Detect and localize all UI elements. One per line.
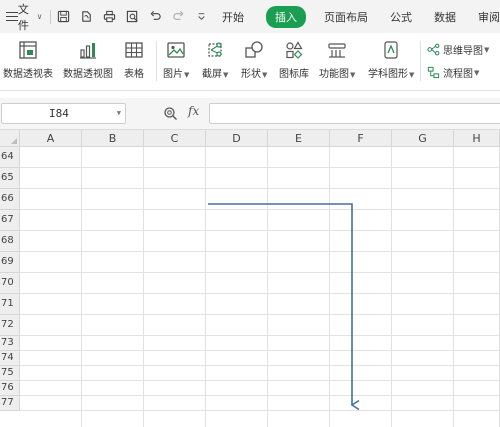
- pivot-chart-icon: [78, 40, 98, 60]
- row-header-69[interactable]: 69: [0, 252, 20, 273]
- ribbon-label: 学科图形: [368, 69, 408, 80]
- pivot-table-icon: [18, 40, 38, 60]
- mind-map-button[interactable]: 思维导图 ▼: [427, 42, 489, 57]
- column-header-h[interactable]: H: [454, 130, 500, 147]
- tab-page-layout[interactable]: 页面布局: [324, 9, 368, 25]
- insert-ribbon: 数据透视表 数据透视图 表格 图片▼ 截屏▼ 形状▼ 图标库 功能图▼ 学科图形…: [0, 33, 500, 91]
- ribbon-label: 表格: [124, 69, 144, 80]
- screenshot-icon: [205, 40, 225, 60]
- cell-area[interactable]: [20, 147, 500, 427]
- row-header-68[interactable]: 68: [0, 231, 20, 252]
- print-preview-icon[interactable]: [126, 10, 139, 23]
- row-header-72[interactable]: 72: [0, 315, 20, 336]
- column-header-f[interactable]: F: [330, 130, 392, 147]
- row-header-74[interactable]: 74: [0, 351, 20, 366]
- ribbon-label: 思维导图: [443, 46, 483, 57]
- row-header-65[interactable]: 65: [0, 168, 20, 189]
- function-chart-button[interactable]: 功能图▼: [319, 40, 355, 80]
- spreadsheet-grid: ABCDEFGH 64 65 66 67 68 69 70 71 72 73 74 75 76 77: [0, 130, 500, 427]
- ribbon-label: 图标库: [279, 69, 309, 80]
- pivot-table-button[interactable]: 数据透视表: [3, 40, 53, 80]
- chevron-down-icon[interactable]: ▼: [117, 104, 121, 123]
- row-header-75[interactable]: 75: [0, 366, 20, 381]
- row-header-70[interactable]: 70: [0, 273, 20, 294]
- icon-library-button[interactable]: 图标库: [279, 40, 309, 80]
- save-icon[interactable]: [57, 10, 70, 23]
- function-chart-icon: [327, 40, 347, 60]
- column-header-a[interactable]: A: [20, 130, 82, 147]
- ribbon-label: 数据透视表: [3, 69, 53, 80]
- divider: [420, 41, 421, 81]
- column-header-c[interactable]: C: [144, 130, 206, 147]
- tab-formulas[interactable]: 公式: [390, 9, 412, 25]
- row-header-76[interactable]: 76: [0, 381, 20, 396]
- caret-down-icon[interactable]: ▼: [350, 71, 355, 79]
- column-header-b[interactable]: B: [82, 130, 144, 147]
- row-header-64[interactable]: 64: [0, 147, 20, 168]
- ribbon-label: 形状: [241, 69, 261, 80]
- select-all-corner[interactable]: [0, 130, 20, 147]
- caret-down-icon[interactable]: ▼: [184, 71, 189, 79]
- name-box[interactable]: I84 ▼: [1, 103, 126, 124]
- ribbon-label: 功能图: [319, 69, 349, 80]
- table-button[interactable]: 表格: [124, 40, 144, 80]
- row-header-67[interactable]: 67: [0, 210, 20, 231]
- icon-library-icon: [284, 40, 304, 60]
- picture-icon: [166, 40, 186, 60]
- file-menu[interactable]: 文件: [18, 1, 31, 33]
- shapes-button[interactable]: 形状▼: [241, 40, 267, 80]
- function-icon[interactable]: fx: [188, 104, 199, 118]
- ribbon-label: 截屏: [202, 69, 222, 80]
- zoom-icon[interactable]: [163, 106, 178, 121]
- hamburger-menu-icon[interactable]: [6, 11, 18, 22]
- row-header-71[interactable]: 71: [0, 294, 20, 315]
- screenshot-button[interactable]: 截屏▼: [202, 40, 228, 80]
- caret-down-icon[interactable]: ▼: [484, 46, 489, 54]
- divider: [50, 9, 51, 24]
- tab-review[interactable]: 审阅: [478, 9, 500, 25]
- tab-home[interactable]: 开始: [222, 9, 244, 25]
- caret-down-icon[interactable]: ▼: [474, 69, 479, 77]
- name-box-value: I84: [49, 107, 69, 120]
- caret-down-icon[interactable]: ▼: [409, 71, 414, 79]
- row-header-77[interactable]: 77: [0, 396, 20, 411]
- column-header-d[interactable]: D: [206, 130, 268, 147]
- caret-down-icon[interactable]: ▼: [223, 71, 228, 79]
- divider: [156, 41, 157, 81]
- column-header-g[interactable]: G: [392, 130, 454, 147]
- formula-input[interactable]: [209, 103, 500, 124]
- picture-button[interactable]: 图片▼: [163, 40, 189, 80]
- redo-icon[interactable]: [172, 10, 185, 23]
- customize-toolbar-icon[interactable]: [195, 10, 208, 23]
- chevron-down-icon[interactable]: ∨: [37, 12, 43, 21]
- undo-icon[interactable]: [149, 10, 162, 23]
- caret-down-icon[interactable]: ▼: [262, 71, 267, 79]
- tab-data[interactable]: 数据: [434, 9, 456, 25]
- flowchart-icon: [427, 66, 440, 79]
- table-icon: [124, 40, 144, 60]
- pivot-chart-button[interactable]: 数据透视图: [63, 40, 113, 80]
- ribbon-label: 流程图: [443, 69, 473, 80]
- row-header-66[interactable]: 66: [0, 189, 20, 210]
- export-pdf-icon[interactable]: [80, 10, 93, 23]
- menu-bar: 文件 ∨ 开始 插入 页面布局 公式 数据 审阅: [0, 0, 500, 33]
- ribbon-label: 数据透视图: [63, 69, 113, 80]
- shapes-icon: [244, 40, 264, 60]
- column-header-e[interactable]: E: [268, 130, 330, 147]
- flowchart-button[interactable]: 流程图 ▼: [427, 65, 479, 80]
- formula-bar: I84 ▼ fx: [0, 98, 500, 130]
- row-header-73[interactable]: 73: [0, 336, 20, 351]
- mind-map-icon: [427, 43, 440, 56]
- subject-graphic-button[interactable]: 学科图形▼: [368, 40, 414, 80]
- print-icon[interactable]: [103, 10, 116, 23]
- subject-graphic-icon: [381, 40, 401, 60]
- tab-insert[interactable]: 插入: [266, 5, 306, 28]
- ribbon-label: 图片: [163, 69, 183, 80]
- connector-arrow[interactable]: [20, 147, 500, 427]
